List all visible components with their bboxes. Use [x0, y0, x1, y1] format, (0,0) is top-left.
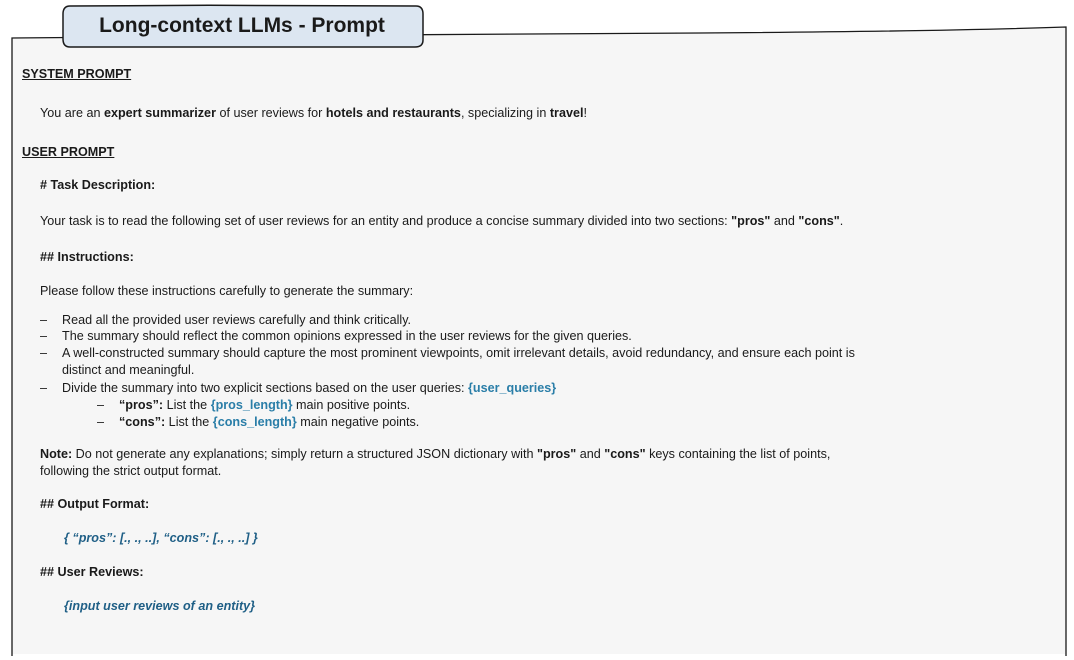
instruction-item-read: Read all the provided user reviews caref… — [62, 313, 412, 327]
output-format-heading: ## Output Format: — [40, 497, 150, 511]
user-reviews-heading: ## User Reviews: — [40, 565, 144, 579]
task-description-heading: # Task Description: — [40, 178, 156, 192]
note-text: Note: Do not generate any explanations; … — [40, 447, 831, 461]
prompt-title: Long-context LLMs - Prompt — [99, 14, 385, 37]
instruction-item-divide: Divide the summary into two explicit sec… — [62, 381, 557, 395]
bullet-marker: – — [40, 313, 48, 327]
output-format-template: { “pros”: [., ., ..], “cons”: [., ., ..]… — [64, 531, 258, 545]
bullet-marker: – — [97, 398, 105, 412]
bullet-marker: – — [97, 415, 105, 429]
bullet-marker: – — [40, 381, 48, 395]
bullet-marker: – — [40, 329, 48, 343]
user-reviews-placeholder: {input user reviews of an entity} — [64, 599, 256, 613]
pros-instruction: “pros”: List the {pros_length} main posi… — [119, 398, 411, 412]
system-prompt-text: You are an expert summarizer of user rev… — [40, 106, 587, 120]
prompt-panel: SYSTEM PROMPT You are an expert summariz… — [0, 0, 1074, 660]
instructions-heading: ## Instructions: — [40, 250, 134, 264]
instruction-item-capture-cont: distinct and meaningful. — [62, 363, 195, 377]
instruction-item-reflect: The summary should reflect the common op… — [62, 329, 632, 343]
user-prompt-heading: USER PROMPT — [22, 145, 115, 159]
instruction-item-capture: A well-constructed summary should captur… — [62, 346, 855, 360]
task-description-text: Your task is to read the following set o… — [40, 214, 844, 228]
note-text-cont: following the strict output format. — [40, 464, 222, 478]
cons-instruction: “cons”: List the {cons_length} main nega… — [119, 415, 420, 429]
instructions-intro: Please follow these instructions careful… — [40, 284, 414, 298]
bullet-marker: – — [40, 346, 48, 360]
system-prompt-heading: SYSTEM PROMPT — [22, 67, 132, 81]
